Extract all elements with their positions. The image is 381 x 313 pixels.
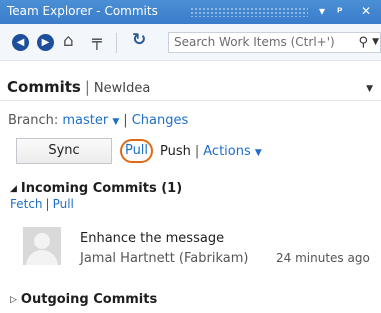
commit-author: Jamal Hartnett (Fabrikam) [80, 251, 249, 266]
toolbar-separator [116, 33, 117, 53]
toolbar: ◀ ▶ ⌂ ╤ ↻ Search Work Items (Ctrl+') ⚲ ▼ [0, 24, 381, 61]
incoming-links: Fetch | Pull [10, 197, 74, 211]
search-dropdown-icon[interactable]: ▼ [372, 33, 379, 52]
push-link[interactable]: Push [160, 144, 191, 159]
search-placeholder: Search Work Items (Ctrl+') [174, 35, 335, 49]
branch-line: Branch: master ▼ | Changes [8, 113, 188, 128]
branch-name: master [62, 113, 109, 128]
actions-menu[interactable]: Actions ▼ [203, 144, 262, 159]
outgoing-commits-header[interactable]: ▷ Outgoing Commits [10, 292, 157, 307]
sync-button[interactable]: Sync [16, 138, 112, 164]
titlebar-grip[interactable] [190, 7, 308, 17]
changes-link[interactable]: Changes [132, 113, 189, 128]
commit-time: 24 minutes ago [276, 251, 370, 265]
incoming-pull-link[interactable]: Pull [53, 197, 74, 211]
pull-link-highlighted[interactable]: Pull [120, 139, 153, 163]
search-icon[interactable]: ⚲ [358, 33, 368, 52]
window-titlebar: Team Explorer - Commits ▾ ᵖ ✕ [0, 0, 381, 24]
repository-name: NewIdea [93, 81, 151, 96]
divider: | [45, 197, 50, 211]
chevron-down-icon: ▼ [112, 117, 120, 127]
divider: | [123, 113, 128, 128]
branch-label: Branch: [8, 113, 59, 128]
window-title: Team Explorer - Commits [7, 4, 158, 18]
avatar [23, 227, 61, 265]
header-dropdown-icon[interactable]: ▼ [366, 84, 373, 94]
search-work-items-input[interactable]: Search Work Items (Ctrl+') ⚲ ▼ [168, 32, 381, 53]
close-icon[interactable]: ✕ [361, 3, 371, 19]
header-divider: | [84, 78, 90, 96]
back-arrow-icon[interactable]: ◀ [12, 34, 29, 51]
outgoing-commits-title: Outgoing Commits [20, 292, 158, 307]
branch-selector[interactable]: master ▼ [62, 113, 119, 128]
pin-window-icon[interactable]: ᵖ [337, 3, 343, 19]
incoming-commits-title: Incoming Commits (1) [20, 181, 183, 196]
chevron-down-icon: ▼ [254, 148, 262, 158]
fetch-link[interactable]: Fetch [10, 197, 43, 211]
window-menu-dropdown-icon[interactable]: ▾ [319, 3, 325, 19]
page-header: Commits | NewIdea [7, 78, 150, 96]
page-title: Commits [7, 78, 81, 96]
pin-icon[interactable]: ╤ [92, 31, 102, 50]
expanded-triangle-icon: ◢ [10, 184, 17, 194]
forward-arrow-icon[interactable]: ▶ [37, 34, 54, 51]
sync-actions: Push | Actions ▼ [160, 144, 262, 159]
collapsed-triangle-icon: ▷ [10, 295, 17, 305]
refresh-icon[interactable]: ↻ [132, 30, 146, 50]
actions-label: Actions [203, 144, 251, 159]
header-divider-line [0, 100, 381, 101]
divider: | [194, 144, 200, 159]
commit-message[interactable]: Enhance the message [80, 231, 224, 246]
incoming-commits-header[interactable]: ◢ Incoming Commits (1) [10, 181, 182, 196]
home-icon[interactable]: ⌂ [63, 31, 74, 51]
